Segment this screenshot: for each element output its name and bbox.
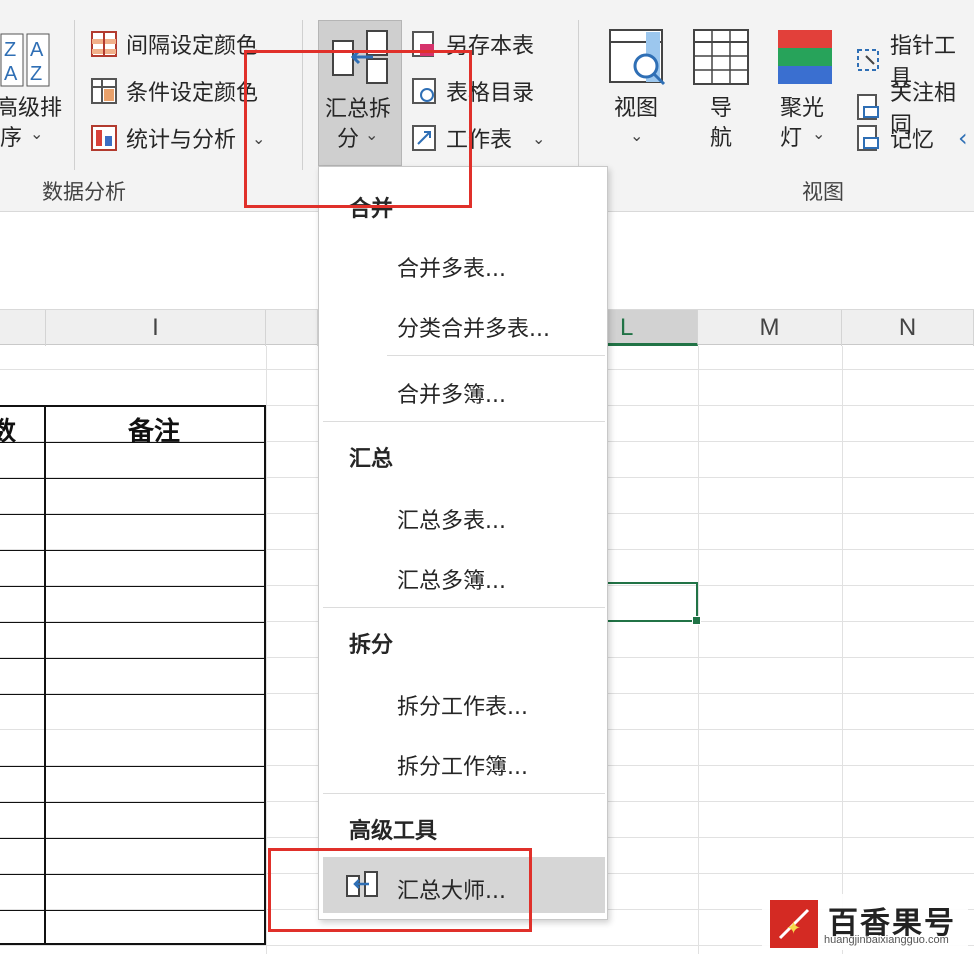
chevron-down-icon: ⌄ — [30, 124, 44, 143]
chevron-down-icon: ⌄ — [812, 124, 826, 143]
column-header-h[interactable] — [0, 310, 46, 346]
interval-grid-icon — [90, 30, 118, 58]
view-magnifier-icon — [609, 29, 666, 86]
menu-separator — [387, 355, 605, 356]
view-group-label: 视图 — [802, 180, 844, 204]
column-header-i[interactable]: I — [46, 310, 266, 346]
menu-item-merge-sheets[interactable]: 合并多表... — [397, 251, 506, 283]
highlight-box-merge-split — [244, 50, 472, 208]
view-button-label: 视图 — [614, 96, 659, 121]
stats-analysis-label: 统计与分析 — [126, 128, 237, 153]
condition-grid-icon — [90, 77, 118, 105]
svg-text:✦: ✦ — [786, 918, 801, 939]
svg-text:A: A — [4, 63, 18, 85]
menu-item-split-workbook[interactable]: 拆分工作簿... — [397, 749, 528, 781]
menu-section-header-advanced: 高级工具 — [349, 819, 438, 844]
menu-section-header-split: 拆分 — [349, 633, 394, 658]
spotlight-button-label1: 聚光 — [780, 96, 825, 121]
watermark-url: huangjinbaixiangguo.com — [824, 934, 949, 946]
interval-color-button[interactable]: 间隔设定颜色 — [90, 28, 258, 60]
table-row[interactable] — [0, 767, 264, 803]
data-analysis-group-label: 数据分析 — [42, 180, 126, 204]
svg-text:Z: Z — [30, 63, 42, 85]
table-row[interactable] — [0, 875, 264, 911]
table-row[interactable] — [0, 587, 264, 623]
sort-az-icon: Z A A Z — [0, 33, 50, 87]
menu-section-header-summary: 汇总 — [349, 447, 394, 472]
chevron-down-icon: ⌄ — [532, 128, 546, 148]
table-row[interactable] — [0, 803, 264, 839]
focus-icon — [854, 93, 882, 121]
table-row[interactable] — [0, 443, 264, 479]
merge-split-dropdown-menu: 合并 合并多表... 分类合并多表... 合并多簿... 汇总 汇总多表... … — [318, 166, 608, 920]
sort-button-label2: 序 — [0, 126, 23, 151]
selected-cell[interactable] — [606, 582, 698, 622]
menu-item-summary-sheets[interactable]: 汇总多表... — [397, 503, 506, 535]
sort-button-label1: 高级排 — [0, 96, 63, 121]
highlight-box-summary-master — [268, 848, 532, 932]
watermark-logo-icon: ✦ — [770, 900, 818, 948]
menu-item-summary-workbooks[interactable]: 汇总多簿... — [397, 563, 506, 595]
stats-icon — [90, 124, 118, 152]
grid-nav-icon — [693, 29, 749, 85]
menu-separator — [323, 793, 605, 794]
grid-line — [266, 346, 267, 954]
table-row[interactable] — [0, 551, 264, 587]
menu-separator — [323, 607, 605, 608]
view-button[interactable]: 视图 ⌄ — [606, 26, 672, 156]
column-header-l[interactable]: L — [608, 310, 698, 346]
svg-text:A: A — [30, 39, 44, 61]
data-table: 数 备注 — [0, 405, 266, 945]
ribbon-separator — [578, 20, 579, 170]
sort-button[interactable]: Z A A Z 高级排 序 ⌄ — [0, 22, 66, 162]
table-row[interactable] — [0, 479, 264, 515]
ribbon-separator — [74, 20, 75, 170]
grid-line — [842, 346, 843, 954]
spotlight-button[interactable]: 聚光 灯 ⌄ — [774, 26, 840, 156]
column-header-j[interactable] — [266, 310, 318, 346]
menu-item-split-worksheet[interactable]: 拆分工作表... — [397, 689, 528, 721]
column-header-n[interactable]: N — [842, 310, 974, 346]
watermark: ✦ 百香果号 huangjinbaixiangguo.com — [762, 894, 968, 950]
table-row[interactable] — [0, 407, 264, 443]
column-header-m[interactable]: M — [698, 310, 842, 346]
nav-button[interactable]: 导 航 — [692, 26, 754, 156]
stats-analysis-button[interactable]: 统计与分析 ⌄ — [90, 122, 265, 154]
spotlight-icon — [778, 30, 832, 84]
menu-item-category-merge[interactable]: 分类合并多表... — [397, 311, 550, 343]
memory-label: 记忆 — [890, 128, 935, 153]
condition-color-button[interactable]: 条件设定颜色 — [90, 75, 258, 107]
table-row[interactable] — [0, 839, 264, 875]
memory-icon — [854, 124, 882, 152]
menu-item-merge-workbooks[interactable]: 合并多簿... — [397, 377, 506, 409]
table-row[interactable] — [0, 695, 264, 767]
table-row[interactable] — [0, 659, 264, 695]
condition-color-label: 条件设定颜色 — [126, 81, 259, 106]
nav-button-label1: 导 — [710, 96, 733, 121]
arrow-left-icon: ‹ — [958, 124, 968, 152]
spotlight-button-label2: 灯 — [780, 126, 803, 151]
menu-separator — [323, 421, 605, 422]
svg-text:Z: Z — [4, 39, 16, 61]
fill-handle[interactable] — [692, 616, 701, 625]
memory-button[interactable]: 记忆 ‹ — [854, 122, 968, 154]
nav-button-label2: 航 — [710, 126, 733, 151]
table-row[interactable] — [0, 515, 264, 551]
interval-color-label: 间隔设定颜色 — [126, 34, 259, 59]
table-row[interactable] — [0, 623, 264, 659]
grid-line — [698, 346, 699, 954]
chevron-down-icon: ⌄ — [630, 126, 644, 145]
pointer-tool-icon — [854, 46, 882, 74]
